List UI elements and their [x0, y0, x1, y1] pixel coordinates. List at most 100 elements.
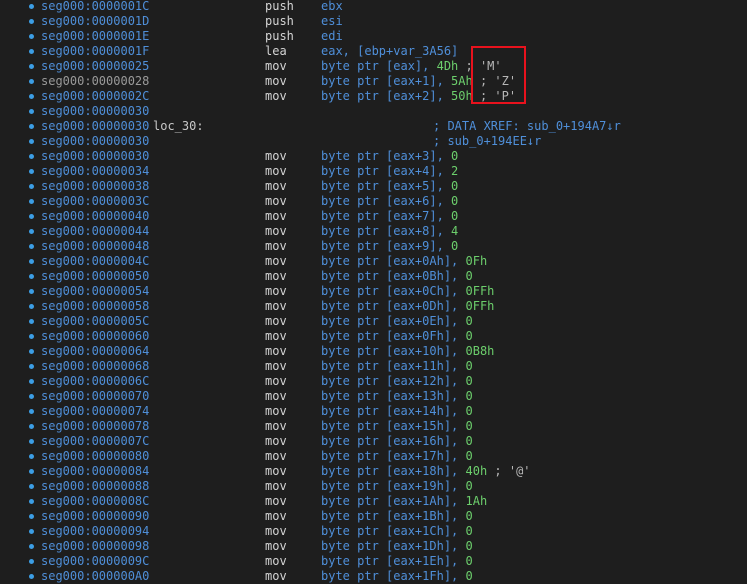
breakpoint-dot-icon[interactable]: [29, 79, 34, 84]
code-line[interactable]: seg000:0000007C mov byte ptr [eax+16h], 0: [0, 434, 747, 449]
breakpoint-dot-icon[interactable]: [29, 94, 34, 99]
code-line[interactable]: seg000:00000088 mov byte ptr [eax+19h], 0: [0, 479, 747, 494]
code-line[interactable]: seg000:00000094 mov byte ptr [eax+1Ch], 0: [0, 524, 747, 539]
breakpoint-dot-icon[interactable]: [29, 559, 34, 564]
code-line[interactable]: seg000:00000034 mov byte ptr [eax+4], 2: [0, 164, 747, 179]
code-line[interactable]: seg000:00000050 mov byte ptr [eax+0Bh], 0: [0, 269, 747, 284]
code-line[interactable]: seg000:0000001E push edi: [0, 29, 747, 44]
code-line[interactable]: seg000:00000025 mov byte ptr [eax], 4Dh ; …: [0, 59, 747, 74]
breakpoint-dot-icon[interactable]: [29, 19, 34, 24]
xref-comment[interactable]: ; DATA XREF: sub_0+194A7↓r: [433, 119, 621, 134]
breakpoint-dot-icon[interactable]: [29, 484, 34, 489]
breakpoint-dot-icon[interactable]: [29, 394, 34, 399]
code-line[interactable]: seg000:00000030 loc_30: ; DATA XREF: sub_0…: [0, 119, 747, 134]
breakpoint-dot-icon[interactable]: [29, 409, 34, 414]
code-line[interactable]: seg000:00000070 mov byte ptr [eax+13h], 0: [0, 389, 747, 404]
instruction-operands: byte ptr [eax+12h], 0: [321, 374, 473, 389]
line-address: seg000:00000090: [41, 509, 150, 523]
code-line[interactable]: seg000:00000054 mov byte ptr [eax+0Ch], 0F…: [0, 284, 747, 299]
breakpoint-dot-icon[interactable]: [29, 64, 34, 69]
code-line[interactable]: seg000:0000004C mov byte ptr [eax+0Ah], 0F…: [0, 254, 747, 269]
line-address: seg000:0000001D: [41, 14, 150, 28]
operand-text: byte ptr [eax+1Bh],: [321, 509, 466, 523]
breakpoint-dot-icon[interactable]: [29, 139, 34, 144]
operand-immediate: 0: [465, 359, 473, 373]
instruction-mnemonic: mov: [265, 239, 287, 253]
breakpoint-dot-icon[interactable]: [29, 529, 34, 534]
code-line[interactable]: seg000:0000003C mov byte ptr [eax+6], 0: [0, 194, 747, 209]
line-address: seg000:0000003C: [41, 194, 150, 208]
breakpoint-dot-icon[interactable]: [29, 124, 34, 129]
code-line[interactable]: seg000:00000068 mov byte ptr [eax+11h], 0: [0, 359, 747, 374]
code-line[interactable]: seg000:00000044 mov byte ptr [eax+8], 4: [0, 224, 747, 239]
code-line[interactable]: seg000:000000A0 mov byte ptr [eax+1Fh], 0: [0, 569, 747, 584]
operand-immediate: 0: [465, 374, 473, 388]
code-line[interactable]: seg000:00000080 mov byte ptr [eax+17h], 0: [0, 449, 747, 464]
breakpoint-dot-icon[interactable]: [29, 169, 34, 174]
breakpoint-dot-icon[interactable]: [29, 544, 34, 549]
code-line[interactable]: seg000:0000005C mov byte ptr [eax+0Eh], 0: [0, 314, 747, 329]
breakpoint-dot-icon[interactable]: [29, 274, 34, 279]
operand-text: byte ptr [eax+3],: [321, 149, 452, 163]
code-line[interactable]: seg000:00000030 mov byte ptr [eax+3], 0: [0, 149, 747, 164]
code-label[interactable]: loc_30:: [153, 119, 204, 134]
code-line[interactable]: seg000:0000002C mov byte ptr [eax+2], 50h …: [0, 89, 747, 104]
breakpoint-dot-icon[interactable]: [29, 364, 34, 369]
breakpoint-dot-icon[interactable]: [29, 379, 34, 384]
breakpoint-dot-icon[interactable]: [29, 304, 34, 309]
breakpoint-dot-icon[interactable]: [29, 4, 34, 9]
code-line[interactable]: seg000:00000084 mov byte ptr [eax+18h], 40…: [0, 464, 747, 479]
operand-immediate: 4: [451, 224, 459, 238]
breakpoint-dot-icon[interactable]: [29, 214, 34, 219]
breakpoint-dot-icon[interactable]: [29, 349, 34, 354]
code-line[interactable]: seg000:00000038 mov byte ptr [eax+5], 0: [0, 179, 747, 194]
breakpoint-dot-icon[interactable]: [29, 439, 34, 444]
instruction-mnemonic: mov: [265, 374, 287, 388]
breakpoint-dot-icon[interactable]: [29, 319, 34, 324]
breakpoint-dot-icon[interactable]: [29, 514, 34, 519]
instruction-operands: byte ptr [eax+11h], 0: [321, 359, 473, 374]
code-line[interactable]: seg000:00000058 mov byte ptr [eax+0Dh], 0F…: [0, 299, 747, 314]
code-line[interactable]: seg000:0000008C mov byte ptr [eax+1Ah], 1A…: [0, 494, 747, 509]
breakpoint-dot-icon[interactable]: [29, 499, 34, 504]
instruction-operands: byte ptr [eax+7], 0: [321, 209, 458, 224]
breakpoint-dot-icon[interactable]: [29, 334, 34, 339]
code-line[interactable]: seg000:0000009C mov byte ptr [eax+1Eh], 0: [0, 554, 747, 569]
breakpoint-dot-icon[interactable]: [29, 49, 34, 54]
code-line[interactable]: seg000:00000098 mov byte ptr [eax+1Dh], 0: [0, 539, 747, 554]
operand-immediate: 0: [451, 149, 459, 163]
breakpoint-dot-icon[interactable]: [29, 154, 34, 159]
breakpoint-dot-icon[interactable]: [29, 574, 34, 579]
code-line[interactable]: seg000:00000048 mov byte ptr [eax+9], 0: [0, 239, 747, 254]
line-address: seg000:00000025: [41, 59, 150, 73]
breakpoint-dot-icon[interactable]: [29, 259, 34, 264]
code-line[interactable]: seg000:00000090 mov byte ptr [eax+1Bh], 0: [0, 509, 747, 524]
operand-immediate: 0: [465, 419, 473, 433]
breakpoint-dot-icon[interactable]: [29, 34, 34, 39]
code-line[interactable]: seg000:0000001D push esi: [0, 14, 747, 29]
breakpoint-dot-icon[interactable]: [29, 244, 34, 249]
breakpoint-dot-icon[interactable]: [29, 229, 34, 234]
breakpoint-dot-icon[interactable]: [29, 424, 34, 429]
code-line[interactable]: seg000:00000060 mov byte ptr [eax+0Fh], 0: [0, 329, 747, 344]
instruction-mnemonic: lea: [265, 44, 287, 58]
code-line[interactable]: seg000:0000001C push ebx: [0, 0, 747, 14]
code-line[interactable]: seg000:00000030: [0, 104, 747, 119]
breakpoint-dot-icon[interactable]: [29, 184, 34, 189]
code-line[interactable]: seg000:00000030 ; sub_0+194EE↓r: [0, 134, 747, 149]
breakpoint-dot-icon[interactable]: [29, 469, 34, 474]
breakpoint-dot-icon[interactable]: [29, 199, 34, 204]
breakpoint-dot-icon[interactable]: [29, 109, 34, 114]
code-line[interactable]: seg000:0000001F lea eax, [ebp+var_3A56]: [0, 44, 747, 59]
code-line[interactable]: seg000:00000064 mov byte ptr [eax+10h], 0B…: [0, 344, 747, 359]
code-line[interactable]: seg000:00000074 mov byte ptr [eax+14h], 0: [0, 404, 747, 419]
code-line[interactable]: seg000:00000040 mov byte ptr [eax+7], 0: [0, 209, 747, 224]
breakpoint-dot-icon[interactable]: [29, 454, 34, 459]
code-line[interactable]: seg000:0000006C mov byte ptr [eax+12h], 0: [0, 374, 747, 389]
breakpoint-dot-icon[interactable]: [29, 289, 34, 294]
xref-comment[interactable]: ; sub_0+194EE↓r: [433, 134, 541, 149]
disassembly-listing[interactable]: seg000:0000001C push ebx seg000:0000001D pus…: [0, 0, 747, 584]
code-line[interactable]: seg000:00000028 mov byte ptr [eax+1], 5Ah …: [0, 74, 747, 89]
operand-text: byte ptr [eax+19h],: [321, 479, 466, 493]
code-line[interactable]: seg000:00000078 mov byte ptr [eax+15h], 0: [0, 419, 747, 434]
